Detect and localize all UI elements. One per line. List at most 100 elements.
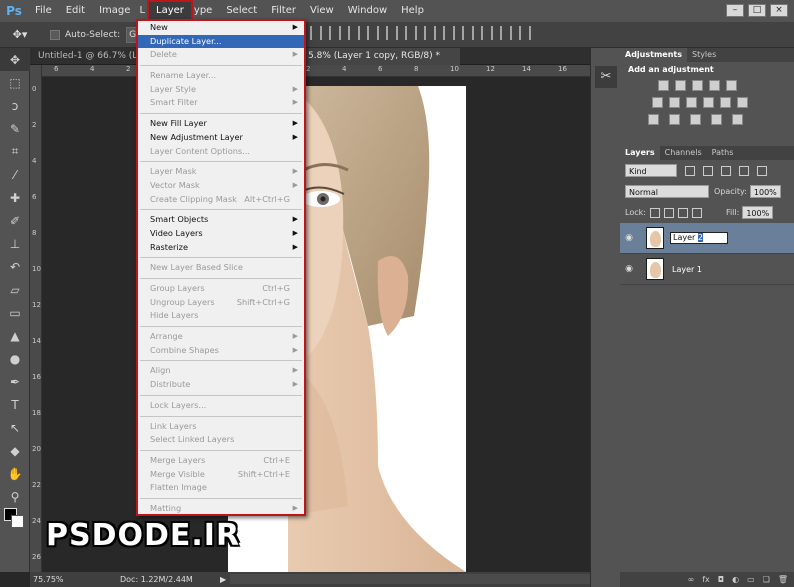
layer-menu-item[interactable]: New Adjustment Layer ▶ (138, 131, 304, 145)
lock-all-icon[interactable] (691, 207, 702, 218)
visibility-eye-icon[interactable]: ◉ (620, 264, 638, 274)
move-tool-icon[interactable]: ✥ (0, 48, 30, 71)
hand-tool-icon[interactable]: ✋ (0, 462, 30, 485)
color-lookup-icon[interactable] (737, 97, 748, 108)
layer-menu-item[interactable]: New ▶ (138, 21, 304, 35)
filter-pixel-icon[interactable] (685, 165, 695, 176)
opacity-field[interactable]: 100% (749, 185, 781, 198)
move-tool-preset-icon[interactable]: ✥▾ (0, 25, 40, 45)
eyedropper-tool-icon[interactable]: ⁄ (0, 163, 30, 186)
layer-menu-item[interactable]: Rasterize ▶ (138, 241, 304, 255)
gradient-tool-icon[interactable]: ▭ (0, 301, 30, 324)
layer-row[interactable]: ◉ Layer 1 (620, 254, 794, 285)
blur-tool-icon[interactable]: ▲ (0, 324, 30, 347)
layer-menu-item[interactable]: Duplicate Layer... (138, 34, 304, 49)
tools-presets-icon[interactable]: ✂ (595, 66, 617, 88)
history-brush-tool-icon[interactable]: ↶ (0, 255, 30, 278)
background-color-swatch[interactable] (11, 515, 24, 528)
brush-tool-icon[interactable]: ✐ (0, 209, 30, 232)
tab-adjustments[interactable]: Adjustments (620, 48, 687, 62)
tab-styles[interactable]: Styles (687, 48, 721, 62)
hue-saturation-icon[interactable] (652, 97, 663, 108)
align-hcenter-icon[interactable] (386, 26, 398, 40)
zoom-level[interactable]: 75.75% (33, 572, 64, 587)
layer-menu-item[interactable]: New Fill Layer ▶ (138, 117, 304, 131)
align-right-icon[interactable] (405, 26, 417, 40)
eraser-tool-icon[interactable]: ▱ (0, 278, 30, 301)
layer-menu-item[interactable]: Video Layers ▶ (138, 227, 304, 241)
align-top-icon[interactable] (310, 26, 322, 40)
status-menu-arrow-icon[interactable]: ▶ (220, 572, 226, 587)
color-balance-icon[interactable] (669, 97, 680, 108)
new-layer-icon[interactable]: ❏ (763, 575, 770, 584)
filter-smart-object-icon[interactable] (757, 165, 767, 176)
document-tab-active[interactable]: 5.8% (Layer 1 copy, RGB/8) * (300, 48, 460, 65)
levels-icon[interactable] (675, 80, 686, 91)
distribute-vcenter-icon[interactable] (443, 26, 455, 40)
filter-adjustment-icon[interactable] (703, 165, 713, 176)
menu-view[interactable]: View (303, 0, 341, 22)
invert-icon[interactable] (648, 114, 659, 125)
kind-filter-select[interactable]: Kind (625, 164, 677, 177)
layer-row[interactable]: ◉ Layer 2 (620, 223, 794, 254)
brightness-contrast-icon[interactable] (658, 80, 669, 91)
photo-filter-icon[interactable] (703, 97, 714, 108)
menu-window[interactable]: Window (341, 0, 394, 22)
close-button[interactable]: × (770, 4, 788, 17)
lasso-tool-icon[interactable]: ↄ (0, 94, 30, 117)
tab-layers[interactable]: Layers (620, 146, 660, 160)
align-bottom-icon[interactable] (348, 26, 360, 40)
mask-icon[interactable]: ◘ (718, 575, 724, 584)
menu-edit[interactable]: Edit (59, 0, 92, 22)
tab-channels[interactable]: Channels (660, 146, 707, 160)
auto-select-checkbox[interactable] (50, 29, 60, 40)
align-left-icon[interactable] (367, 26, 379, 40)
clone-stamp-tool-icon[interactable]: ⊥ (0, 232, 30, 255)
trash-icon[interactable]: 🗑 (778, 575, 788, 584)
adjustment-icon[interactable]: ◐ (732, 575, 739, 584)
zoom-tool-icon[interactable]: ⚲ (0, 485, 30, 508)
selective-color-icon[interactable] (732, 114, 743, 125)
gradient-map-icon[interactable] (711, 114, 722, 125)
folder-icon[interactable]: ▭ (747, 575, 755, 584)
layer-name-input[interactable]: Layer 2 (670, 232, 728, 244)
filter-type-icon[interactable] (721, 165, 731, 176)
menu-help[interactable]: Help (394, 0, 431, 22)
type-tool-icon[interactable]: T (0, 393, 30, 416)
healing-brush-tool-icon[interactable]: ✚ (0, 186, 30, 209)
lock-position-icon[interactable] (677, 207, 688, 218)
marquee-tool-icon[interactable]: ⬚ (0, 71, 30, 94)
distribute-top-icon[interactable] (424, 26, 436, 40)
black-white-icon[interactable] (686, 97, 697, 108)
visibility-eye-icon[interactable]: ◉ (620, 233, 638, 243)
curves-icon[interactable] (692, 80, 703, 91)
align-vcenter-icon[interactable] (329, 26, 341, 40)
distribute-left-icon[interactable] (481, 26, 493, 40)
tab-paths[interactable]: Paths (707, 146, 739, 160)
menu-file[interactable]: File (28, 0, 59, 22)
layer-menu-item[interactable]: Smart Objects ▶ (138, 213, 304, 227)
maximize-button[interactable]: □ (748, 4, 766, 17)
filter-shape-icon[interactable] (739, 165, 749, 176)
posterize-icon[interactable] (669, 114, 680, 125)
distribute-hcenter-icon[interactable] (500, 26, 512, 40)
vibrance-icon[interactable] (726, 80, 737, 91)
blend-mode-select[interactable]: Normal (625, 185, 709, 198)
horizontal-scrollbar[interactable] (230, 574, 590, 584)
link-icon[interactable]: ∞ (688, 575, 695, 584)
shape-tool-icon[interactable]: ◆ (0, 439, 30, 462)
lock-pixels-icon[interactable] (663, 207, 674, 218)
exposure-icon[interactable] (709, 80, 720, 91)
distribute-bottom-icon[interactable] (462, 26, 474, 40)
lock-transparent-icon[interactable] (649, 207, 660, 218)
pen-tool-icon[interactable]: ✒ (0, 370, 30, 393)
menu-image[interactable]: Image (92, 0, 137, 22)
path-select-tool-icon[interactable]: ↖ (0, 416, 30, 439)
threshold-icon[interactable] (690, 114, 701, 125)
quick-select-tool-icon[interactable]: ✎ (0, 117, 30, 140)
fx-icon[interactable]: fx (702, 575, 710, 584)
distribute-right-icon[interactable] (519, 26, 531, 40)
fill-field[interactable]: 100% (742, 206, 774, 219)
crop-tool-icon[interactable]: ⌗ (0, 140, 30, 163)
channel-mixer-icon[interactable] (720, 97, 731, 108)
